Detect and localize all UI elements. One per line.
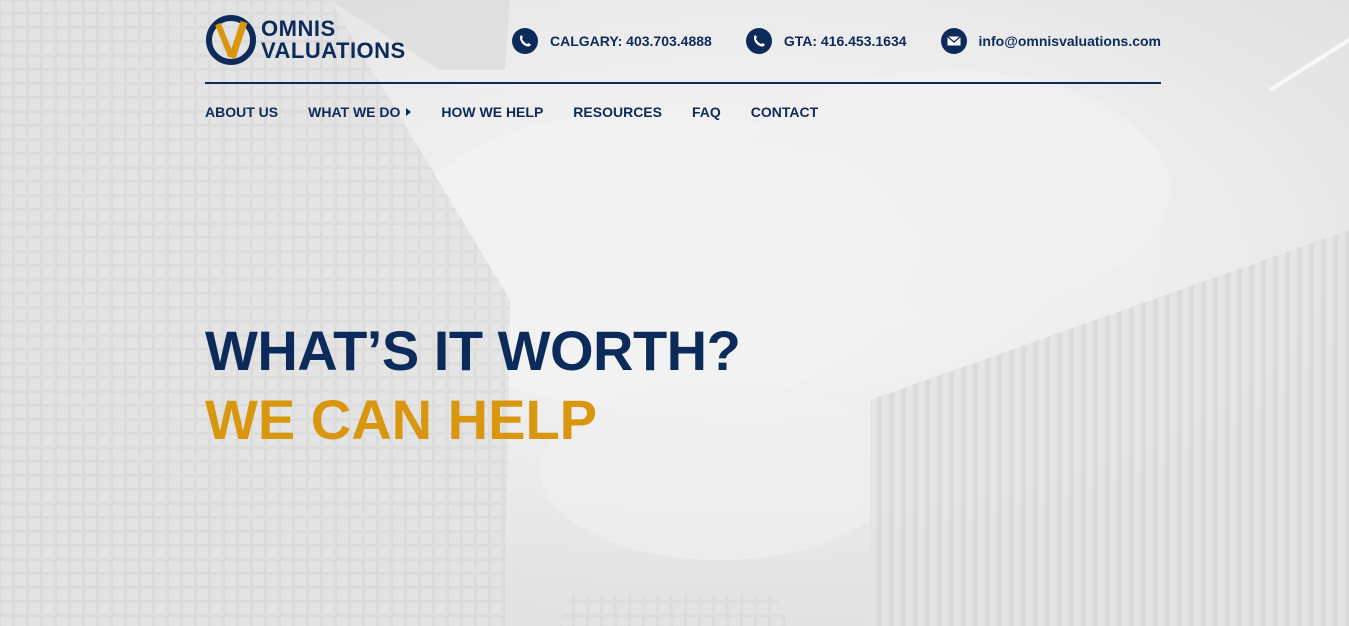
site-header: OMNIS VALUATIONS CALGARY: 403.703.4888 G… <box>205 0 1161 84</box>
phone-icon <box>745 28 772 54</box>
hero-subtitle: WE CAN HELP <box>205 388 597 451</box>
contact-email[interactable]: info@omnisvaluations.com <box>940 28 1161 54</box>
nav-faq[interactable]: FAQ <box>692 104 721 120</box>
contact-calgary-label: CALGARY: 403.703.4888 <box>549 33 712 49</box>
nav-how-we-help[interactable]: HOW WE HELP <box>441 104 543 120</box>
logo-mark-icon <box>206 15 256 65</box>
logo-text: OMNIS VALUATIONS <box>261 18 406 62</box>
nav-resources[interactable]: RESOURCES <box>573 104 662 120</box>
contact-gta[interactable]: GTA: 416.453.1634 <box>745 28 907 54</box>
hero-section: WHAT’S IT WORTH? WE CAN HELP <box>205 318 741 456</box>
phone-icon <box>511 28 538 54</box>
contact-gta-label: GTA: 416.453.1634 <box>783 33 907 49</box>
mail-icon <box>940 28 967 54</box>
contact-calgary[interactable]: CALGARY: 403.703.4888 <box>511 28 712 54</box>
logo[interactable]: OMNIS VALUATIONS <box>205 14 406 66</box>
logo-line-2: VALUATIONS <box>261 38 406 63</box>
nav-what-we-do-label: WHAT WE DO <box>308 104 401 120</box>
nav-contact[interactable]: CONTACT <box>751 104 818 120</box>
contact-email-label: info@omnisvaluations.com <box>978 33 1161 49</box>
hero-title: WHAT’S IT WORTH? <box>205 319 741 382</box>
hero-background-image <box>0 0 1349 626</box>
contact-bar: CALGARY: 403.703.4888 GTA: 416.453.1634 … <box>478 28 1161 54</box>
nav-how-we-help-label: HOW WE HELP <box>441 104 544 120</box>
logo-line-1: OMNIS <box>261 16 336 41</box>
nav-about-us-label: ABOUT US <box>205 104 279 120</box>
nav-about-us[interactable]: ABOUT US <box>205 104 278 120</box>
nav-faq-label: FAQ <box>691 104 721 120</box>
nav-contact-label: CONTACT <box>750 104 819 120</box>
nav-resources-label: RESOURCES <box>573 104 662 120</box>
main-nav: ABOUT US WHAT WE DO HOW WE HELP RESOURCE… <box>205 104 848 120</box>
caret-right-icon <box>406 108 412 116</box>
nav-what-we-do[interactable]: WHAT WE DO <box>308 104 412 120</box>
